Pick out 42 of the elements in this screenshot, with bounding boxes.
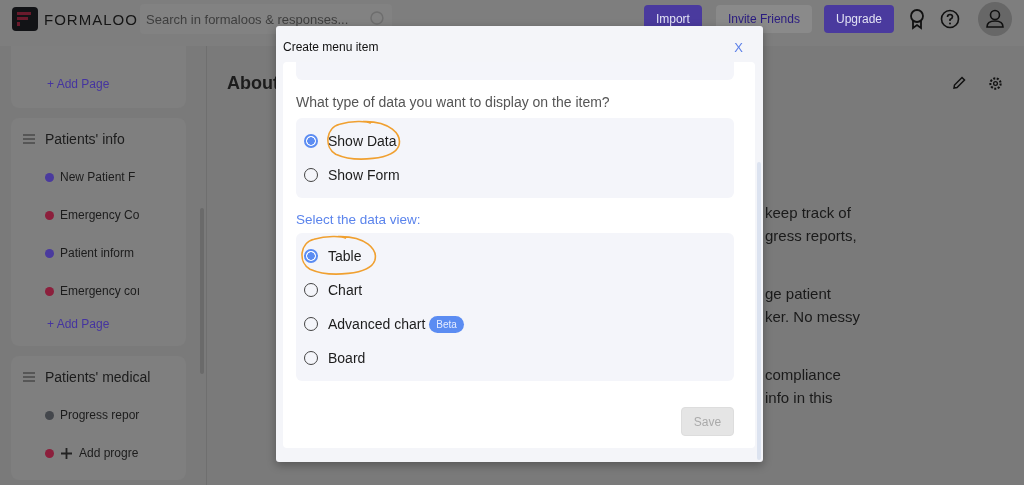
dialog-title: Create menu item <box>283 40 379 54</box>
radio-icon[interactable] <box>304 249 318 263</box>
beta-badge: Beta <box>429 315 464 333</box>
help-icon[interactable] <box>940 9 960 29</box>
description-text: keep track of <box>765 203 852 223</box>
sidebar-item[interactable]: Emergency coı <box>23 272 176 310</box>
drag-handle-icon[interactable] <box>23 372 35 382</box>
pencil-icon[interactable] <box>952 75 966 90</box>
search-input[interactable]: Search in formaloos & responses... <box>146 11 367 27</box>
description-text: ge patient <box>765 284 832 304</box>
radio-option[interactable]: Chart <box>304 273 363 307</box>
sidebar-item[interactable]: Patient inform <box>23 234 176 272</box>
description-text: compliance <box>765 365 842 385</box>
avatar-icon[interactable] <box>978 2 1012 36</box>
add-page-link[interactable]: + Add Page <box>23 70 176 98</box>
plus-icon <box>60 446 73 460</box>
settings-icon[interactable] <box>988 75 1003 91</box>
radio-option[interactable]: Advanced chart <box>304 307 426 341</box>
header-button[interactable]: Upgrade <box>823 5 894 33</box>
radio-option[interactable]: Table <box>304 239 362 273</box>
section-title[interactable]: Patients' medical <box>45 369 151 385</box>
section-title[interactable]: Patients' info <box>45 131 125 147</box>
search-icon[interactable] <box>370 11 386 27</box>
radio-option[interactable]: Show Form <box>304 158 400 192</box>
description-text: ker. No messy <box>765 307 862 327</box>
sidebar-item[interactable]: Add progre <box>23 434 176 472</box>
close-button[interactable]: X <box>730 39 747 55</box>
section-label: Select the data view: <box>296 212 422 227</box>
question-label: What type of data you want to display on the item? <box>296 94 611 110</box>
radio-option[interactable]: Board <box>304 341 366 375</box>
radio-icon[interactable] <box>304 134 318 148</box>
logo-icon <box>12 7 38 31</box>
description-text: gress reports, <box>765 226 858 246</box>
logo-text: FORMALOO <box>44 10 138 28</box>
sidebar-item[interactable]: Emergency Co <box>23 196 176 234</box>
description-text: info in this <box>765 388 834 408</box>
radio-option[interactable]: Show Data <box>304 124 397 158</box>
sidebar-item[interactable]: New Patient F <box>23 158 176 196</box>
drag-handle-icon[interactable] <box>23 134 35 144</box>
add-page-link[interactable]: + Add Page <box>23 310 176 338</box>
sidebar-item[interactable]: Progress repor <box>23 396 176 434</box>
award-icon[interactable] <box>908 8 926 30</box>
